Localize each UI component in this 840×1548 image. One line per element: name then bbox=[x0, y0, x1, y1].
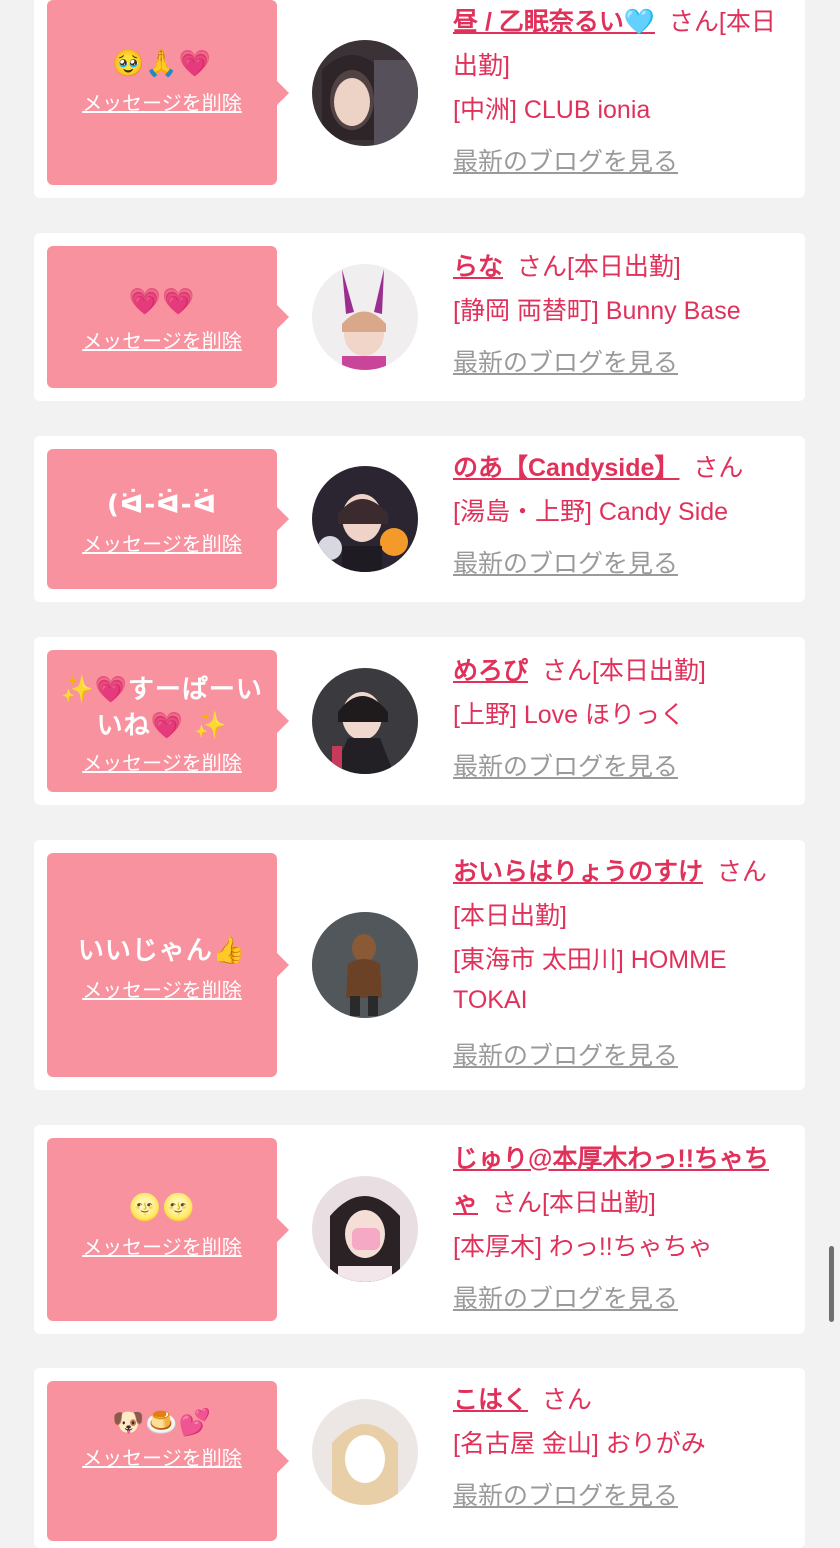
message-bubble: 🥹🙏💗 メッセージを削除 bbox=[47, 0, 289, 185]
message-text: (ᐛ-ᐛ-ᐛ bbox=[106, 490, 218, 520]
shop-name: [上野] Love ほりっく bbox=[453, 701, 685, 729]
message-text: 🐶🍮💕 bbox=[111, 1408, 213, 1438]
san-suffix: さん bbox=[516, 253, 567, 281]
shop-name: [中洲] CLUB ionia bbox=[453, 96, 651, 124]
message-text: いいじゃん👍 bbox=[77, 936, 247, 966]
girl-name-link[interactable]: めろぴ bbox=[453, 657, 528, 685]
list-item: 🌝🌝 メッセージを削除 じゅり@本厚木わっ!!ちゃちゃ さん[本日出勤] [本厚… bbox=[34, 1125, 805, 1334]
list-item: 🐶🍮💕 メッセージを削除 こはく さん [名古屋 金山] おりがみ 最新のブログ… bbox=[34, 1368, 805, 1548]
girl-name-link[interactable]: おいらはりょうのすけ bbox=[453, 858, 703, 886]
entry-info: おいらはりょうのすけ さん [本日出勤] [東海市 太田川] HOMME TOKA… bbox=[453, 850, 795, 1078]
work-status: [本日出勤] bbox=[453, 902, 567, 930]
delete-message-link[interactable]: メッセージを削除 bbox=[57, 1443, 267, 1473]
shop-name: [名古屋 金山] おりがみ bbox=[453, 1430, 706, 1458]
list-item: 💗💗 メッセージを削除 らな さん[本日出勤] [静岡 両替町] Bunny B… bbox=[34, 233, 805, 401]
message-text: 🌝🌝 bbox=[128, 1193, 196, 1223]
message-bubble: 🌝🌝 メッセージを削除 bbox=[47, 1138, 289, 1321]
message-bubble: 🐶🍮💕 メッセージを削除 bbox=[47, 1381, 289, 1541]
shop-name: [本厚木] わっ!!ちゃちゃ bbox=[453, 1233, 713, 1261]
girl-name-link[interactable]: こはく bbox=[453, 1386, 528, 1414]
san-suffix: さん bbox=[541, 1386, 592, 1414]
message-text: 💗💗 bbox=[128, 287, 196, 317]
message-text: 🥹🙏💗 bbox=[111, 49, 213, 79]
work-status: [本日出勤] bbox=[566, 253, 681, 281]
delete-message-link[interactable]: メッセージを削除 bbox=[57, 975, 267, 1005]
latest-blog-link[interactable]: 最新のブログを見る bbox=[453, 1474, 795, 1518]
shop-name: [東海市 太田川] HOMME TOKAI bbox=[453, 946, 727, 1014]
message-bubble: (ᐛ-ᐛ-ᐛ メッセージを削除 bbox=[47, 449, 289, 589]
latest-blog-link[interactable]: 最新のブログを見る bbox=[453, 140, 795, 184]
entry-info: めろぴ さん[本日出勤] [上野] Love ほりっく 最新のブログを見る bbox=[453, 649, 795, 789]
message-bubble: 💗💗 メッセージを削除 bbox=[47, 246, 289, 388]
latest-blog-link[interactable]: 最新のブログを見る bbox=[453, 745, 795, 789]
entry-info: のあ【Candyside】 さん [湯島・上野] Candy Side 最新のブ… bbox=[453, 446, 795, 586]
san-suffix: さん bbox=[491, 1189, 542, 1217]
girl-name-link[interactable]: らな bbox=[453, 253, 503, 281]
shop-name: [湯島・上野] Candy Side bbox=[453, 498, 729, 526]
message-bubble: ✨💗すーぱーいいね💗 ✨ メッセージを削除 bbox=[47, 650, 289, 792]
shop-name: [静岡 両替町] Bunny Base bbox=[453, 297, 741, 325]
avatar[interactable] bbox=[312, 466, 418, 572]
san-suffix: さん bbox=[716, 858, 767, 886]
message-bubble: いいじゃん👍 メッセージを削除 bbox=[47, 853, 289, 1077]
san-suffix: さん bbox=[668, 8, 719, 36]
delete-message-link[interactable]: メッセージを削除 bbox=[57, 748, 267, 778]
list-item: (ᐛ-ᐛ-ᐛ メッセージを削除 のあ【Candyside】 さん [湯島・上野]… bbox=[34, 436, 805, 602]
delete-message-link[interactable]: メッセージを削除 bbox=[57, 326, 267, 356]
avatar[interactable] bbox=[312, 1399, 418, 1505]
list-item: いいじゃん👍 メッセージを削除 おいらはりょうのすけ さん [本日出勤] [東海市… bbox=[34, 840, 805, 1090]
work-status: [本日出勤] bbox=[541, 1189, 656, 1217]
delete-message-link[interactable]: メッセージを削除 bbox=[57, 88, 267, 118]
entry-info: らな さん[本日出勤] [静岡 両替町] Bunny Base 最新のブログを見… bbox=[453, 245, 795, 385]
delete-message-link[interactable]: メッセージを削除 bbox=[57, 529, 267, 559]
latest-blog-link[interactable]: 最新のブログを見る bbox=[453, 1034, 795, 1078]
avatar[interactable] bbox=[312, 912, 418, 1018]
latest-blog-link[interactable]: 最新のブログを見る bbox=[453, 1277, 795, 1321]
message-text: ✨💗すーぱーいいね💗 ✨ bbox=[61, 675, 263, 741]
delete-message-link[interactable]: メッセージを削除 bbox=[57, 1232, 267, 1262]
san-suffix: さん bbox=[693, 454, 744, 482]
latest-blog-link[interactable]: 最新のブログを見る bbox=[453, 542, 795, 586]
entry-info: 昼 / 乙眠奈るい🩵 さん[本日出勤] [中洲] CLUB ionia 最新のブ… bbox=[453, 0, 795, 184]
avatar[interactable] bbox=[312, 668, 418, 774]
avatar[interactable] bbox=[312, 1176, 418, 1282]
avatar[interactable] bbox=[312, 264, 418, 370]
work-status: [本日出勤] bbox=[591, 657, 706, 685]
girl-name-link[interactable]: 昼 / 乙眠奈るい🩵 bbox=[453, 8, 655, 36]
list-item: 🥹🙏💗 メッセージを削除 昼 / 乙眠奈るい🩵 さん[本日出勤] [中洲] CL… bbox=[34, 0, 805, 198]
list-item: ✨💗すーぱーいいね💗 ✨ メッセージを削除 めろぴ さん[本日出勤] [上野] … bbox=[34, 637, 805, 805]
entry-info: こはく さん [名古屋 金山] おりがみ 最新のブログを見る bbox=[453, 1378, 795, 1518]
avatar[interactable] bbox=[312, 40, 418, 146]
girl-name-link[interactable]: のあ【Candyside】 bbox=[453, 454, 679, 482]
san-suffix: さん bbox=[541, 657, 592, 685]
scrollbar[interactable] bbox=[829, 1246, 834, 1322]
entry-info: じゅり@本厚木わっ!!ちゃちゃ さん[本日出勤] [本厚木] わっ!!ちゃちゃ … bbox=[453, 1137, 795, 1321]
latest-blog-link[interactable]: 最新のブログを見る bbox=[453, 341, 795, 385]
